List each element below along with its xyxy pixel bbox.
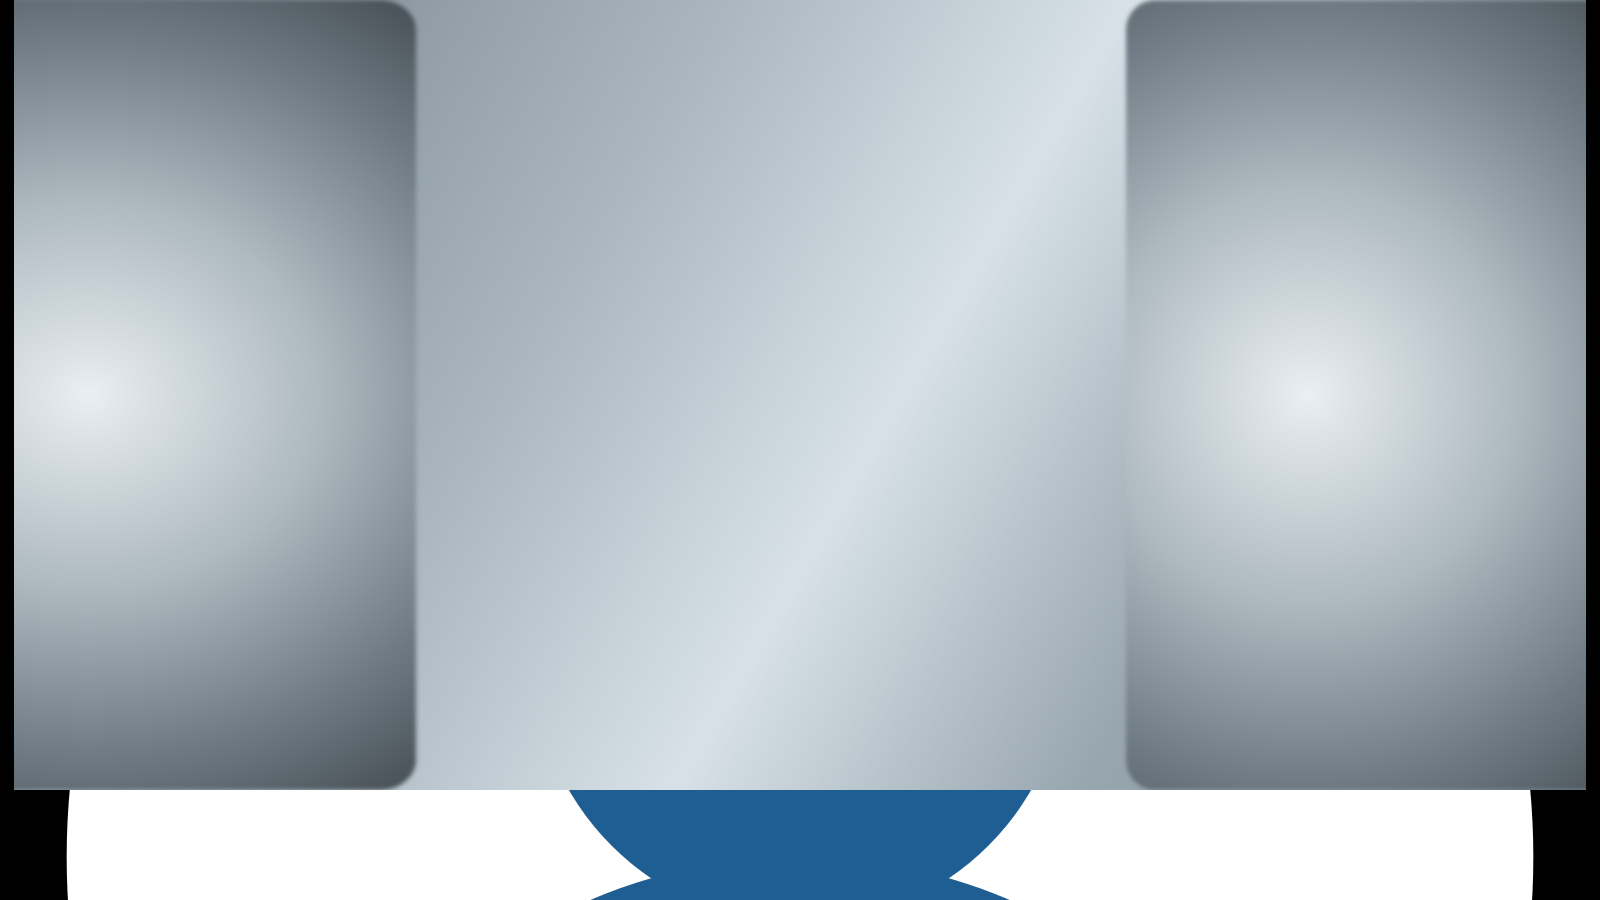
photo-tank-right [1126, 0, 1586, 790]
background-photo [14, 0, 1586, 790]
photo-tank-left [14, 0, 416, 790]
